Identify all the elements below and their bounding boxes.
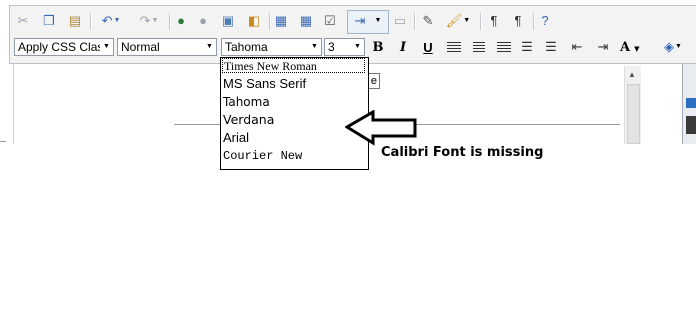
paragraph-style-select-value: Normal [121,40,160,54]
paragraph-rtl-icon[interactable]: ¶ [509,12,527,30]
font-name-select-value: Tahoma [225,40,268,54]
font-option-ms-sans-serif[interactable]: MS Sans Serif [223,75,306,93]
toolbar-separator [533,13,535,30]
adjacent-window-fragment [686,116,696,134]
highlight-color-dropdown-icon[interactable]: ▼ [675,38,682,56]
toolbar-separator [480,13,482,30]
indent-icon[interactable]: ⇥ [594,38,612,56]
format-painter-icon[interactable]: 🖌 ▼ [443,12,473,30]
undo-dropdown-arrow-icon[interactable]: ▼ [113,12,120,30]
italic-button[interactable]: I [395,39,411,57]
remove-link-icon[interactable]: ● [194,12,212,30]
paste-icon[interactable]: ▤ [66,12,84,30]
font-name-select[interactable]: Tahoma ▼ [221,38,322,56]
font-color-dropdown-icon[interactable]: ▼ [634,44,639,53]
bulleted-list-icon[interactable]: ☰ [542,38,560,56]
toolbar-separator [169,13,171,30]
outdent-icon[interactable]: ⇤ [568,38,586,56]
insert-paragraph-dropdown-icon[interactable]: ▼ [372,12,384,30]
font-color-button[interactable]: A ▼ [620,39,648,57]
template-icon[interactable]: ▭ [391,12,409,30]
scroll-up-icon[interactable]: ▲ [628,70,636,79]
font-color-label: A [620,40,631,55]
font-size-select[interactable]: 3 ▼ [324,38,365,56]
help-icon[interactable]: ? [536,12,554,30]
underline-button[interactable]: U [420,39,436,57]
adjacent-window-edge [682,64,696,144]
image-manager-icon[interactable]: ▣ [219,12,237,30]
undo-icon[interactable]: ↶ ▼ [96,12,126,30]
css-class-select[interactable]: Apply CSS Class ▼ [14,38,114,56]
form-element-icon[interactable]: ☑ [321,12,339,30]
redo-icon[interactable]: ↷ ▼ [134,12,164,30]
font-size-select-value: 3 [328,40,335,54]
left-divider [0,141,6,142]
insert-table-icon[interactable]: ▦ [272,12,290,30]
format-stripper-icon[interactable]: ✎ [419,12,437,30]
redo-dropdown-arrow-icon[interactable]: ▼ [151,12,158,30]
copy-icon[interactable]: ❐ [40,12,58,30]
hyperlink-icon[interactable]: ● [172,12,190,30]
toolbar-separator [90,13,92,30]
adjacent-window-fragment [686,98,696,108]
bold-button[interactable]: B [370,39,386,57]
font-option-verdana[interactable]: Verdana [223,111,274,129]
align-right-icon[interactable] [497,42,511,54]
highlight-color-icon[interactable]: ◈ ▼ [658,38,688,56]
format-painter-dropdown-icon[interactable]: ▼ [463,12,470,30]
toolbar-separator [414,13,416,30]
font-option-arial[interactable]: Arial [223,129,249,147]
arrow-left-icon [345,110,417,146]
annotation-text: Calibri Font is missing [381,145,544,160]
align-center-icon[interactable] [473,42,485,54]
font-option-tahoma[interactable]: Tahoma [223,93,270,111]
toolbar-row-actions: ✂ ❐ ▤ ↶ ▼ ↷ ▼ ● ● ▣ ◧ ▦ ▦ ☑ ⇥ ▼ ▭ ✎ 🖌 ▼ ¶ ¶… [10,8,696,34]
vertical-scrollbar[interactable]: ▲ [624,66,641,144]
css-class-select-value: Apply CSS Class [18,40,110,54]
chevron-down-icon[interactable]: ▼ [100,39,113,55]
insert-paragraph-icon[interactable]: ⇥ [351,12,369,30]
chevron-down-icon[interactable]: ▼ [203,39,216,55]
paragraph-style-select[interactable]: Normal ▼ [117,38,217,56]
font-option-courier-new[interactable]: Courier New [223,147,302,165]
cut-icon[interactable]: ✂ [14,12,32,30]
table-properties-icon[interactable]: ▦ [297,12,315,30]
document-manager-icon[interactable]: ◧ [245,12,263,30]
font-option-times-new-roman[interactable]: Times New Roman [222,58,365,73]
editor-toolbar-frame: ✂ ❐ ▤ ↶ ▼ ↷ ▼ ● ● ▣ ◧ ▦ ▦ ☑ ⇥ ▼ ▭ ✎ 🖌 ▼ ¶ ¶… [9,5,696,64]
chevron-down-icon[interactable]: ▼ [308,39,321,55]
chevron-down-icon[interactable]: ▼ [351,39,364,55]
numbered-list-icon[interactable]: ☰ [518,38,536,56]
align-left-icon[interactable] [447,42,461,54]
scrollbar-thumb[interactable] [627,84,640,144]
paragraph-ltr-icon[interactable]: ¶ [485,12,503,30]
toolbar-separator [269,13,271,30]
